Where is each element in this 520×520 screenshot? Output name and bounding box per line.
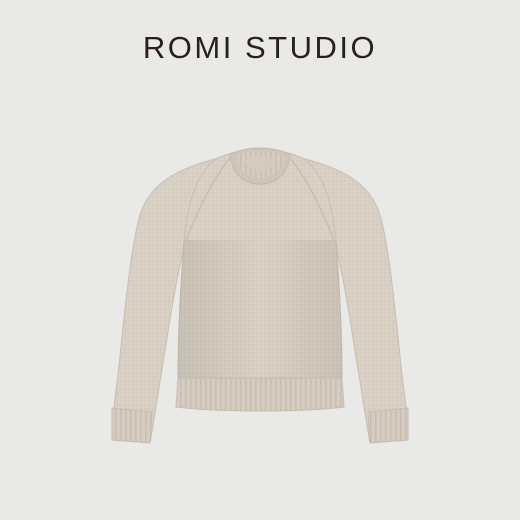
left-cuff <box>111 407 153 444</box>
right-cuff <box>367 407 409 444</box>
product-image-frame: ROMI STUDIO <box>0 0 520 520</box>
sweater-image <box>111 147 409 444</box>
sweater-hem <box>175 377 345 412</box>
